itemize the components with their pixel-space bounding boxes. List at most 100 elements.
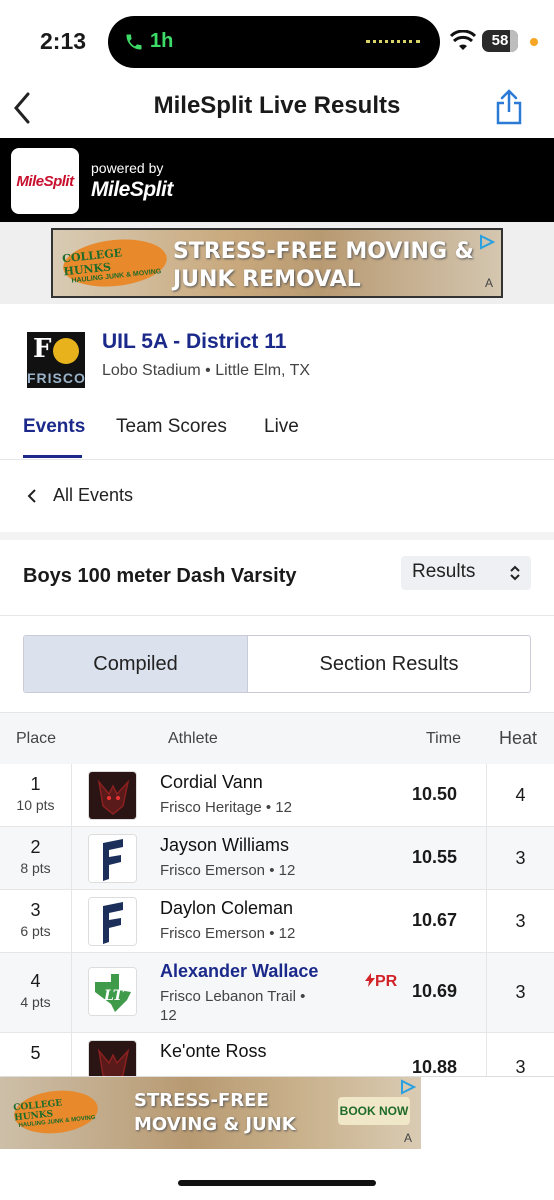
header-athlete: Athlete: [168, 730, 218, 747]
adchoices-icon[interactable]: [479, 234, 495, 250]
table-row[interactable]: 1 10 pts Cordial Vann Frisco Heritage • 1…: [0, 764, 554, 827]
header-time: Time: [426, 730, 461, 747]
pr-label: PR: [375, 973, 398, 990]
chevron-updown-icon: [510, 565, 520, 581]
team-logo: LT: [88, 967, 137, 1016]
heat-number: 4: [486, 764, 554, 826]
adchoices-icon[interactable]: [400, 1079, 416, 1095]
ad-headline-line2: MOVING & JUNK: [134, 1114, 296, 1135]
pr-badge: PR: [365, 973, 397, 991]
ad-badge: A: [404, 1131, 413, 1145]
milesplit-logo[interactable]: MileSplit: [11, 148, 79, 214]
athlete-school: Frisco Heritage • 12: [160, 799, 292, 816]
battery-icon: 58: [482, 30, 518, 52]
ad-banner-area: COLLEGE HUNKS HAULING JUNK & MOVING STRE…: [0, 222, 554, 304]
heat-number: 3: [486, 953, 554, 1032]
ad-brand-logo: COLLEGE HUNKS HAULING JUNK & MOVING: [60, 234, 170, 292]
result-time: 10.88: [412, 1057, 458, 1077]
book-now-button[interactable]: BOOK NOW: [338, 1097, 410, 1125]
event-header: Boys 100 meter Dash Varsity Results: [0, 540, 554, 616]
place-points: 4 pts: [20, 994, 51, 1010]
battery-level: 58: [491, 32, 509, 49]
tab-team-scores[interactable]: Team Scores: [116, 416, 227, 438]
place-cell: 2 8 pts: [0, 827, 72, 889]
call-duration: 1h: [150, 30, 174, 52]
team-logo: [88, 834, 137, 883]
results-segmented-control: Compiled Section Results: [23, 635, 531, 693]
table-row[interactable]: 3 6 pts Daylon Coleman Frisco Emerson • 1…: [0, 890, 554, 953]
table-row[interactable]: 4 4 pts LT Alexander Wallace Frisco Leban…: [0, 953, 554, 1033]
ad-brand-logo: COLLEGE HUNKS HAULING JUNK & MOVING: [12, 1086, 100, 1138]
place-number: 1: [30, 774, 41, 794]
athlete-name: Daylon Coleman: [160, 898, 294, 918]
meet-logo: F FRISCO: [27, 332, 85, 388]
result-time: 10.55: [412, 847, 458, 867]
page-title: MileSplit Live Results: [153, 92, 401, 119]
tab-bar: Events Team Scores Live: [0, 412, 554, 460]
athlete-school: Frisco Emerson • 12: [160, 925, 296, 942]
milesplit-logo-text: MileSplit: [16, 172, 74, 190]
header-heat: Heat: [499, 728, 538, 748]
athlete-school: Frisco Lebanon Trail •: [160, 988, 306, 1005]
athlete-name: Ke'onte Ross: [160, 1041, 267, 1061]
tab-live[interactable]: Live: [264, 416, 299, 438]
ad-headline-line1: STRESS-FREE: [134, 1090, 269, 1111]
event-title: Boys 100 meter Dash Varsity: [23, 565, 297, 587]
ad-headline: STRESS-FREE MOVING & JUNK REMOVAL: [173, 239, 474, 292]
athlete-school: Frisco Emerson • 12: [160, 862, 296, 879]
privacy-indicator-dot: [530, 38, 538, 46]
clock: 2:13: [40, 28, 87, 54]
place-number: 5: [30, 1043, 41, 1063]
milesplit-wordmark: MileSplit: [91, 178, 173, 201]
table-row[interactable]: 2 8 pts Jayson Williams Frisco Emerson • …: [0, 827, 554, 890]
segment-compiled[interactable]: Compiled: [24, 636, 248, 692]
place-number: 3: [30, 900, 41, 920]
section-divider: [0, 532, 554, 540]
athlete-grade: 12: [160, 1007, 177, 1024]
wifi-icon: [450, 30, 476, 50]
team-logo: [88, 897, 137, 946]
place-points: 10 pts: [16, 797, 55, 813]
chevron-left-icon: [27, 489, 36, 503]
results-view-select[interactable]: Results: [401, 556, 531, 590]
active-tab-indicator: [23, 455, 82, 458]
heat-number: 3: [486, 827, 554, 889]
powered-by-label: powered by: [91, 160, 164, 176]
home-indicator[interactable]: [178, 1180, 376, 1186]
segment-section-results[interactable]: Section Results: [248, 636, 530, 692]
meet-title[interactable]: UIL 5A - District 11: [102, 330, 286, 354]
lightning-icon: [365, 973, 375, 987]
place-cell: 4 4 pts: [0, 953, 72, 1032]
place-points: 6 pts: [20, 923, 51, 939]
all-events-link[interactable]: All Events: [0, 460, 554, 532]
meet-location: Lobo Stadium • Little Elm, TX: [102, 362, 311, 379]
audio-activity-indicator: [366, 40, 420, 43]
phone-icon: [126, 34, 142, 49]
athlete-name[interactable]: Alexander Wallace: [160, 961, 318, 982]
place-cell: 1 10 pts: [0, 764, 72, 826]
tab-events[interactable]: Events: [23, 416, 85, 438]
bottom-ad[interactable]: COLLEGE HUNKS HAULING JUNK & MOVING STRE…: [0, 1077, 421, 1149]
ad-banner[interactable]: COLLEGE HUNKS HAULING JUNK & MOVING STRE…: [51, 228, 503, 298]
team-logo: [88, 771, 137, 820]
meet-logo-text: FRISCO: [27, 370, 85, 386]
call-indicator[interactable]: 1h: [124, 30, 173, 53]
navigation-bar: MileSplit Live Results: [0, 82, 554, 138]
result-time: 10.67: [412, 910, 458, 930]
ad-badge: A: [484, 276, 493, 290]
header-place: Place: [16, 730, 57, 747]
place-number: 2: [30, 837, 41, 857]
ad-headline: STRESS-FREE MOVING & JUNK: [134, 1089, 296, 1137]
place-number: 4: [30, 971, 41, 991]
results-view-value: Results: [412, 561, 476, 582]
place-points: 8 pts: [20, 860, 51, 876]
status-bar: 2:13 1h 58: [0, 0, 554, 80]
result-time: 10.69: [412, 981, 458, 1001]
all-events-label: All Events: [53, 485, 134, 505]
share-icon[interactable]: [494, 88, 524, 126]
place-cell: 3 6 pts: [0, 890, 72, 952]
athlete-name: Jayson Williams: [160, 835, 290, 855]
heat-number: 3: [486, 890, 554, 952]
svg-text:LT: LT: [103, 988, 125, 1004]
results-table-body: 1 10 pts Cordial Vann Frisco Heritage • 1…: [0, 764, 554, 1096]
